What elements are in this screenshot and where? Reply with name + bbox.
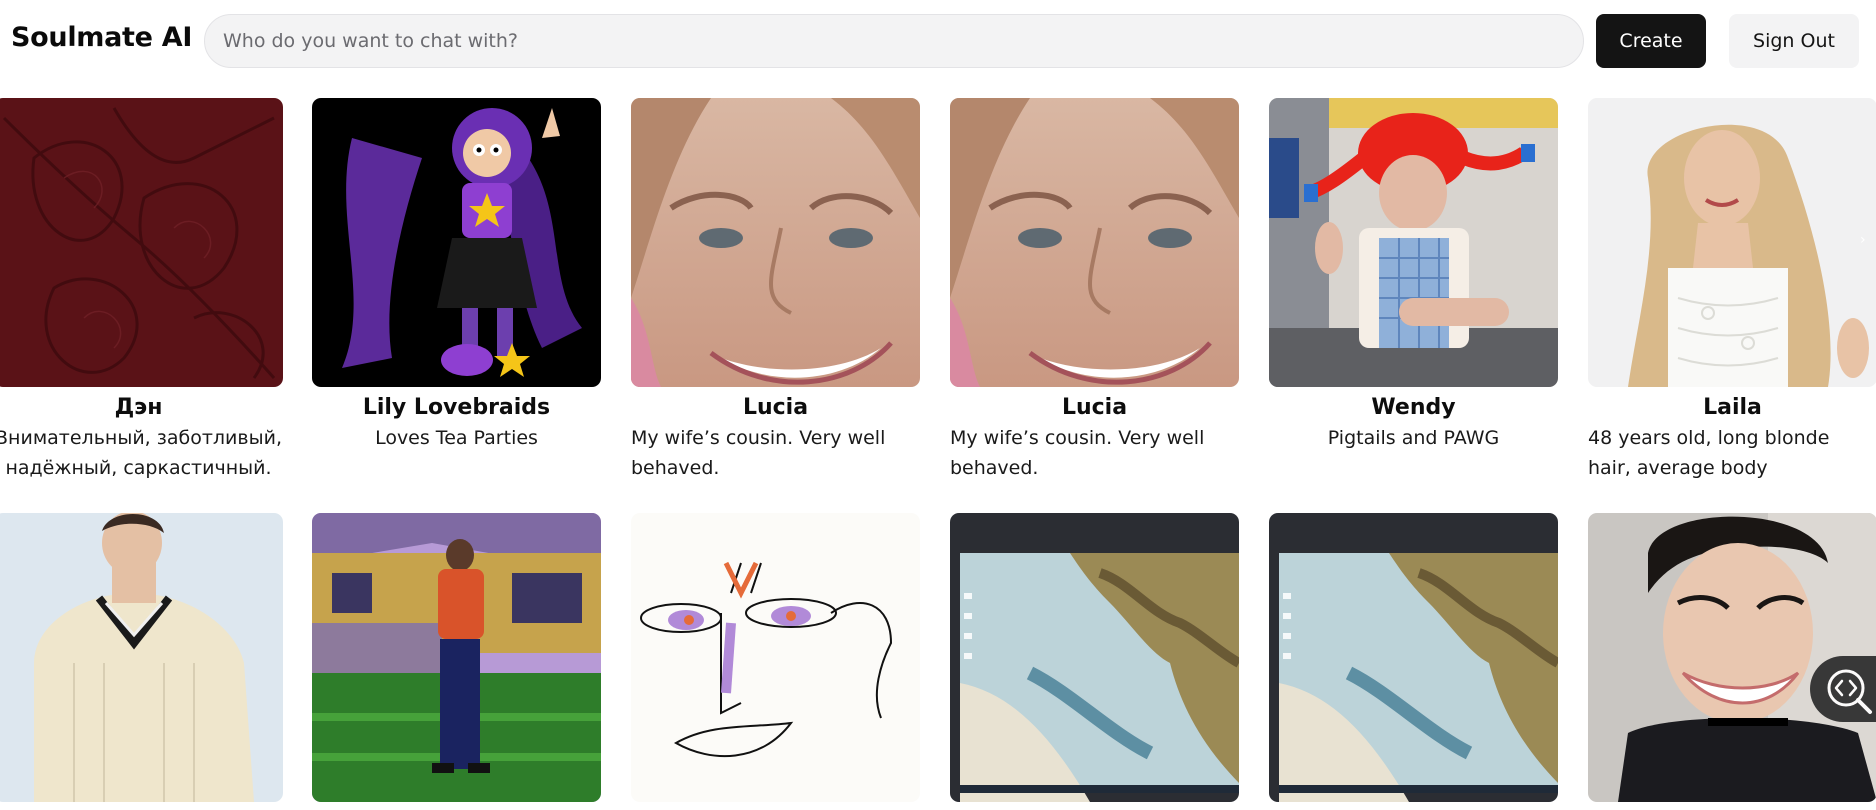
character-description: Внимательный, заботливый, надёжный, сарк… (0, 427, 282, 479)
chevron-right-icon[interactable]: › (1860, 232, 1876, 248)
man-sweater-image (0, 513, 283, 802)
character-description: Pigtails and PAWG (1327, 427, 1500, 449)
pigtails-woman-image (1269, 98, 1558, 387)
character-description: My wife’s cousin. Very well behaved. (950, 427, 1205, 479)
character-image[interactable] (1588, 98, 1876, 387)
character-name: Дэн (114, 395, 163, 420)
character-name: Lucia (1061, 395, 1128, 420)
character-image[interactable] (312, 513, 601, 802)
character-card[interactable]: Дэн Внимательный, заботливый, надёжный, … (0, 98, 283, 483)
character-image[interactable] (950, 513, 1239, 802)
character-name: Laila (1703, 395, 1762, 420)
blonde-woman-image (1588, 98, 1876, 387)
character-description: My wife’s cousin. Very well behaved. (631, 427, 886, 479)
search-input[interactable] (204, 14, 1584, 68)
coastline-monitor-image (1269, 513, 1558, 802)
character-description: 48 years old, long blonde hair, average … (1588, 427, 1830, 479)
character-name: Wendy (1371, 395, 1456, 420)
character-image[interactable] (631, 98, 920, 387)
character-card[interactable] (1269, 513, 1558, 802)
character-image[interactable] (1269, 513, 1558, 802)
character-card[interactable]: Laila 48 years old, long blonde hair, av… (1588, 98, 1876, 483)
coastline-monitor-image (950, 513, 1239, 802)
zoom-code-icon (1827, 669, 1872, 714)
character-card[interactable] (0, 513, 283, 802)
character-name: Lily Lovebraids (362, 395, 551, 420)
woman-lawn-image (312, 513, 601, 802)
character-description: Loves Tea Parties (375, 427, 538, 449)
top-bar: Soulmate AI Create Sign Out (0, 0, 1876, 82)
character-card[interactable]: Lucia My wife’s cousin. Very well behave… (950, 98, 1239, 483)
character-image[interactable] (950, 98, 1239, 387)
character-image[interactable] (631, 513, 920, 802)
face-sketch-image (631, 513, 920, 802)
character-card[interactable] (631, 513, 920, 802)
character-image[interactable] (0, 513, 283, 802)
character-image[interactable] (312, 98, 601, 387)
app-logo[interactable]: Soulmate AI (11, 22, 192, 53)
character-image[interactable] (1269, 98, 1558, 387)
cartoon-girl-image (312, 98, 601, 387)
sign-out-button[interactable]: Sign Out (1729, 14, 1859, 68)
create-button[interactable]: Create (1596, 14, 1706, 68)
zoom-code-button[interactable] (1810, 656, 1876, 722)
character-card[interactable] (312, 513, 601, 802)
woman-face-image (950, 98, 1239, 387)
woman-face-image (631, 98, 920, 387)
page: Soulmate AI Create Sign Out (0, 0, 1876, 810)
character-image[interactable] (0, 98, 283, 387)
character-card[interactable]: Lucia My wife’s cousin. Very well behave… (631, 98, 920, 483)
character-card[interactable]: Lily Lovebraids Loves Tea Parties (312, 98, 601, 453)
floral-texture-image (0, 98, 283, 387)
character-card[interactable]: Wendy Pigtails and PAWG (1269, 98, 1558, 453)
character-name: Lucia (742, 395, 809, 420)
character-card[interactable] (950, 513, 1239, 802)
